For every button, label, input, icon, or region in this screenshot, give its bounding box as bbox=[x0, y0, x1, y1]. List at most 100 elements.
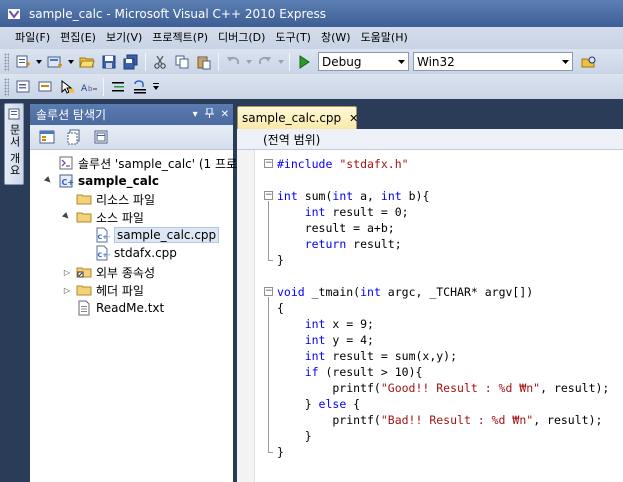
tree-item[interactable]: 리소스 파일 bbox=[62, 190, 155, 208]
tree-item[interactable]: ▲ C+ sample_calc bbox=[44, 172, 159, 190]
complete-word-icon[interactable]: Ab bbox=[79, 77, 99, 97]
outline-end-tick bbox=[268, 452, 273, 453]
copy-icon[interactable] bbox=[172, 52, 192, 72]
code-line[interactable]: } bbox=[277, 428, 312, 444]
collapse-outline-icon[interactable]: − bbox=[264, 159, 273, 168]
keyword-token: int bbox=[304, 349, 326, 363]
find-in-files-icon[interactable] bbox=[579, 52, 599, 72]
code-line[interactable]: if (result > 10){ bbox=[277, 364, 423, 380]
tree-item[interactable]: ▷ 헤더 파일 bbox=[62, 281, 144, 299]
tree-item[interactable]: ▲ 소스 파일 bbox=[62, 208, 144, 226]
code-token: sum( bbox=[297, 189, 333, 203]
toolbar-separator bbox=[218, 52, 219, 71]
menu-item-5[interactable]: 도구(T) bbox=[270, 28, 316, 48]
display-object-member-list-icon[interactable] bbox=[13, 77, 33, 97]
folder-icon bbox=[76, 209, 92, 225]
close-icon[interactable]: ✕ bbox=[221, 109, 229, 120]
cpp-file-icon: C++ bbox=[94, 245, 110, 261]
collapse-outline-icon[interactable]: − bbox=[264, 287, 273, 296]
menu-item-4[interactable]: 디버그(D) bbox=[213, 28, 270, 48]
tab-sample-calc-cpp[interactable]: sample_calc.cpp ✕ bbox=[237, 106, 358, 129]
menu-item-3[interactable]: 프로젝트(P) bbox=[147, 28, 213, 48]
undo-icon[interactable] bbox=[223, 52, 243, 72]
paste-icon[interactable] bbox=[194, 52, 214, 72]
solution-configuration-select[interactable]: Debug bbox=[318, 52, 409, 71]
code-token: } bbox=[277, 429, 312, 443]
dropdown-arrow-icon[interactable] bbox=[35, 52, 43, 72]
keyword-token: return bbox=[304, 237, 347, 251]
tree-item[interactable]: C++sample_calc.cpp bbox=[80, 226, 220, 244]
save-icon[interactable] bbox=[99, 52, 119, 72]
editor-margin bbox=[237, 150, 255, 482]
dropdown-arrow-icon[interactable] bbox=[277, 52, 285, 72]
code-line[interactable]: int result = sum(x,y); bbox=[277, 348, 457, 364]
dropdown-arrow-icon[interactable] bbox=[67, 52, 75, 72]
cut-icon[interactable] bbox=[150, 52, 170, 72]
solution-explorer-panel: 솔루션 탐색기 ▾ ✕ 솔루션 'sample_calc' (1 프로젝트) ▲ C… bbox=[30, 104, 264, 482]
solution-platform-select[interactable]: Win32 bbox=[413, 52, 573, 71]
redo-icon[interactable] bbox=[255, 52, 275, 72]
expanded-arrow-icon[interactable]: ▲ bbox=[60, 210, 74, 224]
toolbar-options-icon[interactable] bbox=[152, 77, 160, 97]
outline-guide-line bbox=[268, 201, 269, 260]
view-class-diagram-icon[interactable] bbox=[91, 127, 111, 147]
document-outline-tab[interactable]: 문서 개요 bbox=[4, 103, 24, 185]
tree-item[interactable]: ▷ 외부 종속성 bbox=[62, 263, 155, 281]
collapsed-arrow-icon[interactable]: ▷ bbox=[62, 285, 72, 295]
uncomment-lines-icon[interactable] bbox=[130, 77, 150, 97]
code-line[interactable]: printf("Bad!! Result : %d ₩n", result); bbox=[277, 412, 602, 428]
dropdown-arrow-icon[interactable] bbox=[245, 52, 253, 72]
menu-item-7[interactable]: 도움말(H) bbox=[356, 28, 413, 48]
toolbar-grip[interactable] bbox=[4, 52, 9, 71]
code-line[interactable]: int sum(int a, int b){ bbox=[277, 188, 429, 204]
expanded-arrow-icon[interactable]: ▲ bbox=[42, 174, 56, 188]
code-line[interactable]: int x = 9; bbox=[277, 316, 374, 332]
close-tab-icon[interactable]: ✕ bbox=[349, 112, 358, 125]
tree-item[interactable]: 솔루션 'sample_calc' (1 프로젝트) bbox=[44, 154, 264, 172]
window-position-dropdown-icon[interactable]: ▾ bbox=[193, 109, 198, 120]
code-line[interactable]: } bbox=[277, 444, 284, 460]
collapse-outline-icon[interactable]: − bbox=[264, 191, 273, 200]
show-all-files-icon[interactable] bbox=[64, 127, 84, 147]
code-line[interactable]: result = a+b; bbox=[277, 220, 395, 236]
code-line[interactable]: return result; bbox=[277, 236, 402, 252]
scope-bar[interactable]: (전역 범위) bbox=[237, 129, 623, 150]
toolbar-grip[interactable] bbox=[4, 77, 9, 96]
add-item-icon[interactable] bbox=[45, 52, 65, 72]
code-line[interactable]: #include "stdafx.h" bbox=[277, 156, 409, 172]
keyword-token: void bbox=[277, 285, 305, 299]
code-line[interactable]: printf("Good!! Result : %d ₩n", result); bbox=[277, 380, 609, 396]
menu-item-6[interactable]: 창(W) bbox=[316, 28, 356, 48]
solution-icon bbox=[58, 155, 74, 171]
chevron-down-icon bbox=[558, 53, 572, 70]
code-line[interactable]: void _tmain(int argc, _TCHAR* argv[]) bbox=[277, 284, 533, 300]
code-line[interactable]: int result = 0; bbox=[277, 204, 409, 220]
open-folder-icon[interactable] bbox=[77, 52, 97, 72]
auto-hide-pin-icon[interactable] bbox=[204, 107, 214, 121]
start-debugging-icon[interactable] bbox=[294, 52, 314, 72]
tree-item-label: ReadMe.txt bbox=[96, 301, 165, 315]
code-token: { bbox=[346, 397, 361, 411]
quick-info-icon[interactable] bbox=[57, 77, 77, 97]
menu-item-0[interactable]: 파일(F) bbox=[10, 28, 55, 48]
comment-lines-icon[interactable] bbox=[108, 77, 128, 97]
code-line[interactable]: { bbox=[277, 300, 284, 316]
save-all-icon[interactable] bbox=[121, 52, 141, 72]
collapsed-arrow-icon[interactable]: ▷ bbox=[62, 267, 72, 277]
menu-item-2[interactable]: 보기(V) bbox=[101, 28, 147, 48]
menu-item-1[interactable]: 편집(E) bbox=[55, 28, 101, 48]
display-parameter-info-icon[interactable] bbox=[35, 77, 55, 97]
code-line[interactable]: } else { bbox=[277, 396, 360, 412]
toolbar-separator bbox=[103, 77, 104, 96]
scope-selector[interactable]: (전역 범위) bbox=[263, 131, 320, 148]
tree-item[interactable]: ReadMe.txt bbox=[62, 299, 164, 317]
tree-item[interactable]: C++stdafx.cpp bbox=[80, 244, 177, 262]
properties-icon[interactable] bbox=[37, 127, 57, 147]
solution-explorer-toolbar bbox=[30, 125, 233, 150]
code-area[interactable]: #include "stdafx.h" int sum(int a, int b)… bbox=[237, 150, 623, 482]
code-line[interactable]: } bbox=[277, 252, 284, 268]
code-line[interactable]: int y = 4; bbox=[277, 332, 374, 348]
new-project-icon[interactable] bbox=[13, 52, 33, 72]
